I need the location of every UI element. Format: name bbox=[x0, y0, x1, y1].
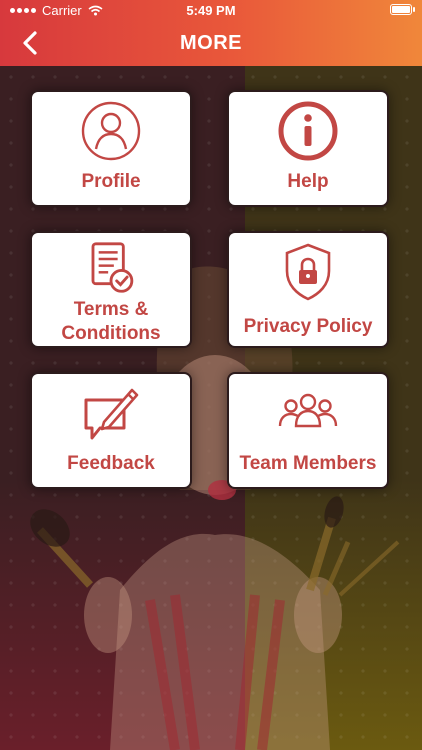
team-tile[interactable]: Team Members bbox=[227, 372, 389, 489]
terms-tile[interactable]: Terms & Conditions bbox=[30, 231, 192, 348]
shield-lock-icon bbox=[285, 243, 331, 301]
privacy-tile[interactable]: Privacy Policy bbox=[227, 231, 389, 348]
profile-tile[interactable]: Profile bbox=[30, 90, 192, 207]
page-title: MORE bbox=[180, 32, 242, 54]
team-label: Team Members bbox=[239, 453, 377, 474]
help-label: Help bbox=[287, 171, 329, 192]
group-icon bbox=[278, 393, 338, 428]
battery-level bbox=[392, 6, 410, 13]
feedback-label: Feedback bbox=[67, 453, 155, 474]
feedback-tile[interactable]: Feedback bbox=[30, 372, 192, 489]
help-tile[interactable]: Help bbox=[227, 90, 389, 207]
info-icon bbox=[278, 101, 338, 161]
privacy-label: Privacy Policy bbox=[243, 316, 373, 337]
status-bar: Carrier 5:49 PM bbox=[0, 0, 422, 22]
user-icon bbox=[81, 101, 141, 161]
terms-label-line1: Terms & bbox=[73, 299, 149, 320]
app-header: Carrier 5:49 PM MORE bbox=[0, 0, 422, 66]
status-time: 5:49 PM bbox=[186, 3, 236, 18]
profile-label: Profile bbox=[81, 171, 141, 192]
terms-label-line2: Conditions bbox=[61, 323, 161, 344]
document-check-icon bbox=[91, 242, 134, 293]
battery-icon bbox=[390, 4, 415, 15]
feedback-pen-icon bbox=[84, 388, 139, 440]
